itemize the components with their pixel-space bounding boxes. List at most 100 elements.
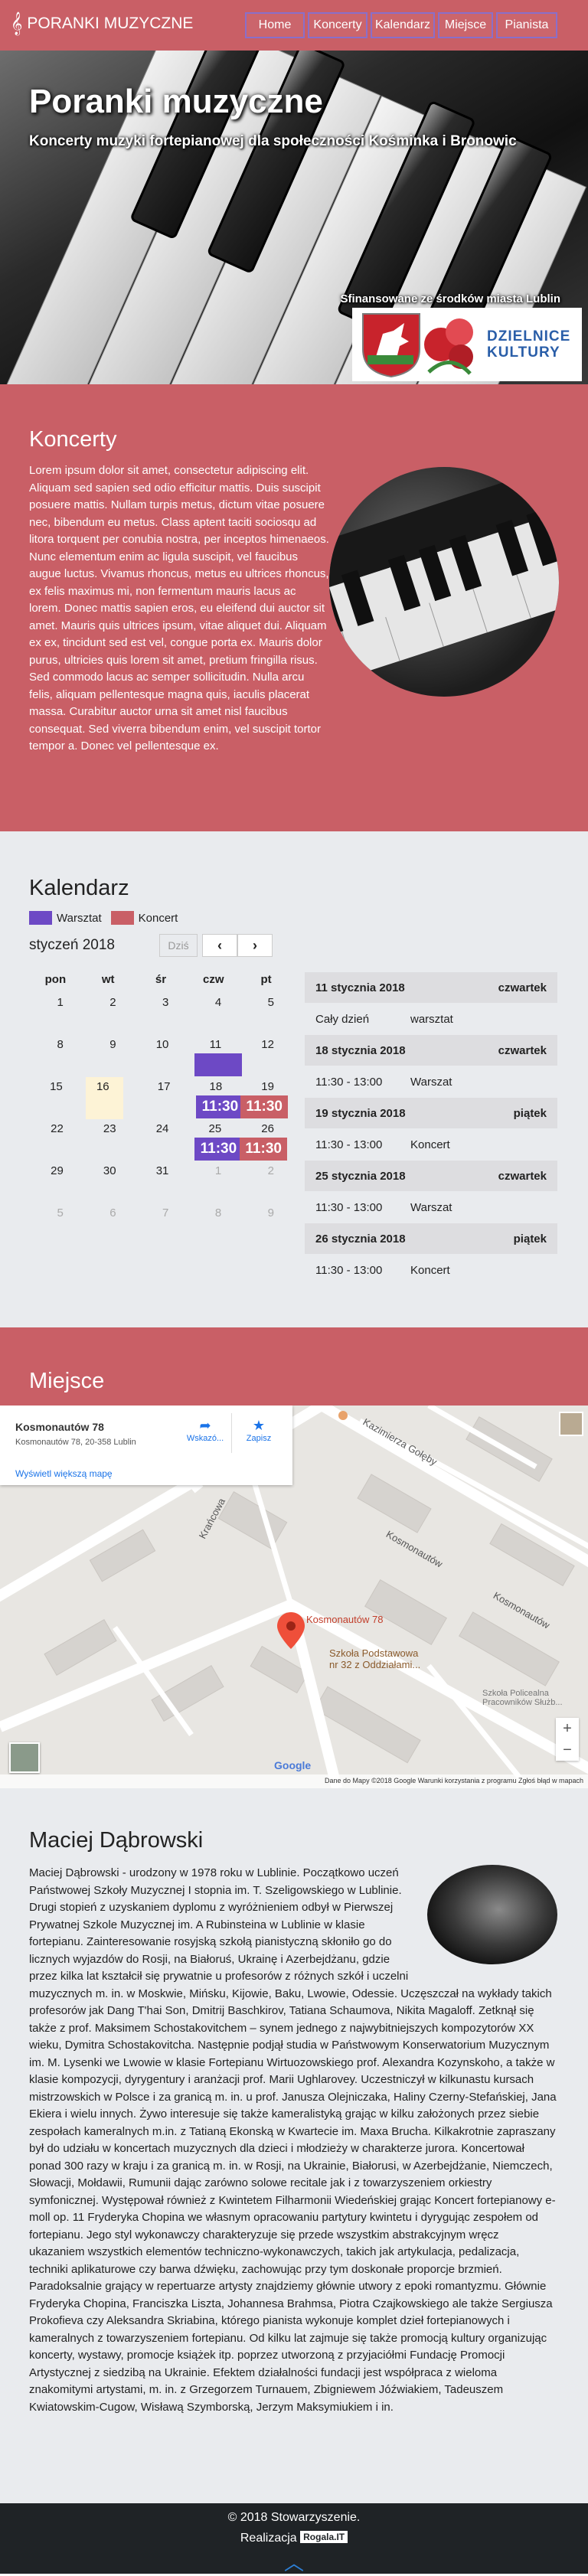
event-koncert[interactable]: 11:30 bbox=[240, 1095, 289, 1118]
event-list-item[interactable]: 11:30 - 13:00 Warszat bbox=[305, 1191, 557, 1223]
calendar-day[interactable]: 18 11:30 bbox=[188, 1077, 244, 1119]
google-logo: Google bbox=[274, 1759, 312, 1771]
calendar-day[interactable]: 17 bbox=[137, 1077, 189, 1119]
calendar-day[interactable]: 6 bbox=[82, 1203, 135, 1246]
event-warsztat[interactable]: 11:30 bbox=[196, 1095, 244, 1118]
nav-miejsce[interactable]: Miejsce bbox=[438, 12, 493, 38]
event-koncert[interactable]: 11:30 bbox=[240, 1138, 288, 1161]
star-icon: ★ bbox=[252, 1418, 266, 1433]
nav-koncerty[interactable]: Koncerty bbox=[308, 12, 368, 38]
day-number: 25 bbox=[208, 1122, 222, 1135]
satellite-thumbnail[interactable] bbox=[559, 1412, 583, 1436]
calendar-day[interactable]: 29 bbox=[29, 1161, 82, 1203]
realizacja-line: Realizacja Rogala.IT bbox=[0, 2531, 588, 2545]
event-list-day-header: 18 stycznia 2018 czwartek bbox=[305, 1035, 557, 1066]
map-footer-text[interactable]: Dane do Mapy ©2018 Google Warunki korzys… bbox=[325, 1777, 583, 1784]
day-number: 4 bbox=[214, 996, 222, 1009]
day-number: 8 bbox=[214, 1206, 222, 1219]
calendar-day-today[interactable]: 16 bbox=[85, 1077, 123, 1119]
zoom-out-button[interactable]: − bbox=[556, 1739, 579, 1761]
calendar-grid: pon wt śr czw pt 1 2 3 4 5 8 9 10 11 12 … bbox=[29, 973, 292, 1246]
treble-clef-icon: 𝄞 bbox=[11, 12, 23, 35]
miejsce-section: Miejsce Kazimierza Gołęby Kosmonautów Kr… bbox=[0, 1327, 588, 1788]
event-name: Warszat bbox=[410, 1076, 452, 1089]
save-button[interactable]: ★ Zapisz bbox=[236, 1418, 282, 1443]
calendar-week: 22 23 24 25 11:30 26 11:30 bbox=[29, 1119, 292, 1161]
bigger-map-link[interactable]: Wyświetl większą mapę bbox=[15, 1468, 113, 1479]
calendar-day[interactable]: 7 bbox=[135, 1203, 188, 1246]
calendar-day[interactable]: 26 11:30 bbox=[240, 1119, 292, 1161]
district-line-1: DZIELNICE bbox=[487, 328, 571, 344]
calendar-day[interactable]: 2 bbox=[240, 1161, 292, 1203]
calendar-day[interactable]: 8 bbox=[29, 1035, 82, 1077]
calendar-day[interactable]: 4 bbox=[187, 993, 240, 1035]
calendar-day[interactable]: 23 bbox=[82, 1119, 135, 1161]
calendar-day[interactable]: 31 bbox=[135, 1161, 188, 1203]
calendar-day[interactable]: 12 bbox=[240, 1035, 292, 1077]
day-number: 23 bbox=[103, 1122, 116, 1135]
calendar-day[interactable]: 9 bbox=[82, 1035, 135, 1077]
event-weekday: czwartek bbox=[498, 1044, 547, 1057]
nav-home[interactable]: Home bbox=[245, 12, 305, 38]
calendar-day[interactable]: 24 bbox=[135, 1119, 188, 1161]
next-month-button[interactable]: › bbox=[237, 934, 273, 957]
place-name: Kosmonautów 78 bbox=[15, 1421, 104, 1433]
day-number: 7 bbox=[162, 1206, 169, 1219]
calendar-day[interactable]: 5 bbox=[240, 993, 292, 1035]
event-time: 11:30 - 13:00 bbox=[315, 1076, 383, 1089]
legend-label-koncert: Koncert bbox=[138, 911, 178, 925]
prev-month-button[interactable]: ‹ bbox=[202, 934, 237, 957]
embedded-map[interactable]: Kazimierza Gołęby Kosmonautów Krańcowa K… bbox=[0, 1406, 588, 1788]
calendar-day[interactable]: 22 bbox=[29, 1119, 82, 1161]
event-date: 26 stycznia 2018 bbox=[315, 1232, 406, 1246]
calendar-day[interactable]: 25 11:30 bbox=[187, 1119, 243, 1161]
calendar-day[interactable]: 8 bbox=[187, 1203, 240, 1246]
nav-pianista[interactable]: Pianista bbox=[496, 12, 557, 38]
day-number: 8 bbox=[57, 1038, 64, 1051]
day-number: 29 bbox=[51, 1164, 64, 1177]
chevron-up-icon[interactable]: ︿ bbox=[283, 2548, 305, 2574]
day-number: 24 bbox=[155, 1122, 169, 1135]
calendar-day[interactable]: 1 bbox=[187, 1161, 240, 1203]
event-warsztat[interactable]: 11:30 bbox=[194, 1138, 243, 1161]
event-time: 11:30 - 13:00 bbox=[315, 1201, 383, 1214]
calendar-day[interactable]: 5 bbox=[29, 1203, 82, 1246]
piano-keys-closeup-image bbox=[329, 467, 559, 685]
event-list-item[interactable]: 11:30 - 13:00 Warszat bbox=[305, 1066, 557, 1098]
event-name: warsztat bbox=[410, 1013, 453, 1026]
calendar-day[interactable]: 30 bbox=[82, 1161, 135, 1203]
calendar-day[interactable]: 3 bbox=[135, 993, 188, 1035]
event-list-day-header: 26 stycznia 2018 piątek bbox=[305, 1223, 557, 1254]
directions-button[interactable]: ➦ Wskazó... bbox=[182, 1418, 228, 1443]
event-list-day-header: 25 stycznia 2018 czwartek bbox=[305, 1161, 557, 1191]
calendar-day[interactable]: 11 bbox=[187, 1035, 243, 1077]
event-warsztat-allday[interactable] bbox=[194, 1053, 243, 1076]
event-list-item[interactable]: Cały dzień warsztat bbox=[305, 1003, 557, 1035]
event-weekday: piątek bbox=[513, 1107, 547, 1120]
day-number: 30 bbox=[103, 1164, 116, 1177]
event-list-item[interactable]: 11:30 - 13:00 Koncert bbox=[305, 1128, 557, 1161]
zoom-in-button[interactable]: + bbox=[556, 1718, 579, 1739]
calendar-day[interactable]: 1 bbox=[29, 993, 82, 1035]
map-pin-label: Kosmonautów 78 bbox=[306, 1614, 384, 1625]
today-button[interactable]: Dziś bbox=[159, 934, 198, 957]
event-list-item[interactable]: 11:30 - 13:00 Koncert bbox=[305, 1254, 557, 1286]
day-number: 26 bbox=[261, 1122, 274, 1135]
event-name: Koncert bbox=[410, 1138, 450, 1151]
day-number: 16 bbox=[96, 1080, 109, 1093]
calendar-week: 29 30 31 1 2 bbox=[29, 1161, 292, 1203]
calendar-week: 8 9 10 11 12 bbox=[29, 1035, 292, 1077]
koncerty-text: Lorem ipsum dolor sit amet, consectetur … bbox=[29, 464, 329, 753]
calendar-day[interactable]: 19 11:30 bbox=[240, 1077, 292, 1119]
calendar-day[interactable]: 9 bbox=[240, 1203, 292, 1246]
koncerty-title: Koncerty bbox=[29, 427, 117, 452]
pegman-icon[interactable] bbox=[9, 1742, 40, 1773]
brand[interactable]: 𝄞 PORANKI MUZYCZNE bbox=[11, 12, 193, 36]
legend-swatch-koncert bbox=[110, 911, 134, 925]
calendar-day[interactable]: 10 bbox=[135, 1035, 188, 1077]
calendar-day[interactable]: 15 bbox=[29, 1077, 81, 1119]
event-weekday: czwartek bbox=[498, 1170, 547, 1183]
nav-kalendarz[interactable]: Kalendarz bbox=[371, 12, 435, 38]
calendar-day[interactable]: 2 bbox=[82, 993, 135, 1035]
agency-badge[interactable]: Rogala.IT bbox=[300, 2531, 348, 2543]
